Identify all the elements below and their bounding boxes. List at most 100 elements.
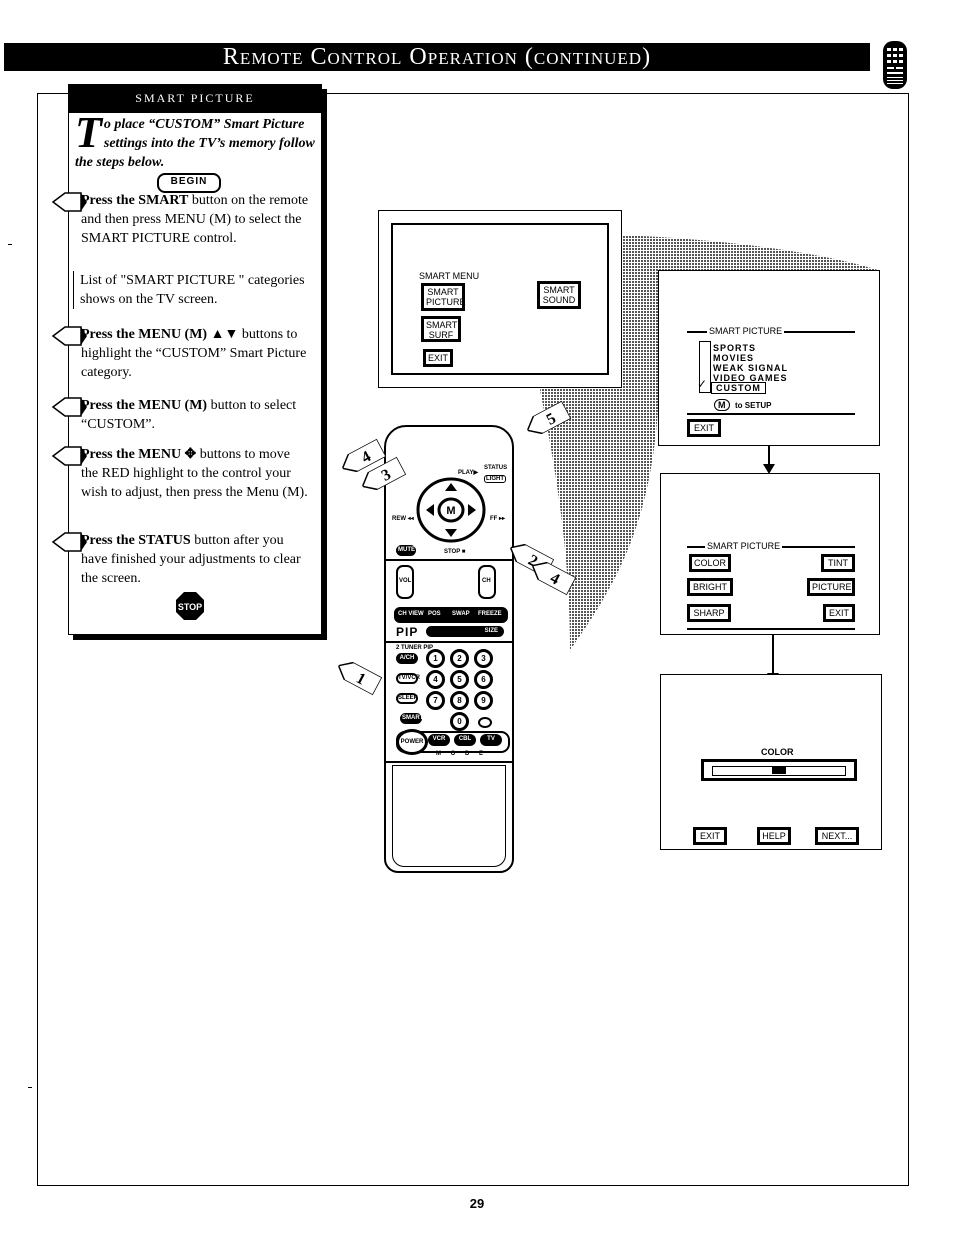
remote-vol-rocker[interactable]: VOL xyxy=(396,565,414,599)
remote-mute-key[interactable]: MUTE xyxy=(396,545,416,556)
remote-key-9[interactable]: 9 xyxy=(474,691,493,710)
remote-status-key[interactable]: STATUS xyxy=(484,465,507,471)
osd-smart-picture-button[interactable]: SMART PICTURE xyxy=(421,283,466,311)
remote-ach-key[interactable]: A/CH xyxy=(396,653,418,664)
step-number-diamond-icon xyxy=(51,446,87,466)
intro-text: o place “CUSTOM” Smart Picture settings … xyxy=(75,117,315,170)
osd-picture-button[interactable]: PICTURE xyxy=(807,578,855,596)
osd-title: SMART PICTURE xyxy=(705,541,783,551)
osd-tint-button[interactable]: TINT xyxy=(821,554,855,572)
step-1-note: List of "SMART PICTURE " categories show… xyxy=(73,271,320,309)
step-1: Press the SMART button on the remote and… xyxy=(51,191,309,248)
adjust-label: COLOR xyxy=(761,747,794,757)
color-level-slider[interactable] xyxy=(701,759,857,781)
list-item[interactable]: MOVIES xyxy=(713,353,754,363)
intro-paragraph: T o place “CUSTOM” Smart Picture setting… xyxy=(75,108,315,172)
remote-play-key[interactable]: PLAY▶ xyxy=(458,469,478,476)
remote-key-7[interactable]: 7 xyxy=(426,691,445,710)
remote-size-key[interactable]: SIZE xyxy=(485,628,498,635)
margin-mark xyxy=(8,244,12,245)
remote-vcr-mode-key[interactable]: VCR xyxy=(428,734,450,746)
flow-arrow-icon xyxy=(763,446,775,474)
remote-key-6[interactable]: 6 xyxy=(474,670,493,689)
step-number-diamond-icon xyxy=(51,532,87,552)
step-number-diamond-icon xyxy=(51,192,87,212)
step-number-diamond-icon xyxy=(51,397,87,417)
osd-bright-button[interactable]: BRIGHT xyxy=(687,578,733,596)
osd-exit-button[interactable]: EXIT xyxy=(693,827,727,845)
remote-rew-key[interactable]: REW ◂◂ xyxy=(392,515,414,522)
remote-key-8[interactable]: 8 xyxy=(450,691,469,710)
remote-cbl-mode-key[interactable]: CBL xyxy=(454,734,476,746)
step-3-bold: Press the MENU (M) xyxy=(81,398,208,413)
remote-sleep-key[interactable]: SLEEP xyxy=(396,693,418,704)
slider-track xyxy=(712,766,846,776)
osd-exit-button[interactable]: EXIT xyxy=(823,604,855,622)
list-item[interactable]: SPORTS xyxy=(713,343,756,353)
remote-menu-dpad[interactable]: M xyxy=(416,477,486,543)
remote-tv-mode-key[interactable]: TV xyxy=(480,734,502,746)
remote-smart-key[interactable]: SMART xyxy=(400,713,423,724)
tv-screen-smart-picture-list: SMART PICTURE ✓ SPORTS MOVIES WEAK SIGNA… xyxy=(658,270,880,446)
step-2-bold: Press the MENU (M) ▲▼ xyxy=(81,327,239,342)
osd-smart-sound-button[interactable]: SMART SOUND xyxy=(537,281,581,309)
remote-ch-rocker[interactable]: CH xyxy=(478,565,496,599)
page-title: Remote Control Operation (continued) xyxy=(222,44,652,70)
remote-key-1[interactable]: 1 xyxy=(426,649,445,668)
intro-dropcap: T xyxy=(75,108,102,157)
remote-swap-key[interactable]: SWAP xyxy=(452,611,470,617)
step-4-bold: Press the MENU ✥ xyxy=(81,447,197,462)
remote-key-0[interactable]: 0 xyxy=(450,712,469,731)
step-5: Press the STATUS button after you have f… xyxy=(51,531,309,588)
margin-mark xyxy=(28,1087,32,1088)
tv-screen-smart-menu: SMART MENU SMART PICTURE SMART SURF EXIT… xyxy=(378,210,622,388)
section-title: SMART PICTURE xyxy=(69,85,321,113)
osd-title: SMART MENU xyxy=(419,271,480,281)
osd-help-button[interactable]: HELP xyxy=(757,827,791,845)
remote-control-icon xyxy=(883,41,907,89)
remote-key-5[interactable]: 5 xyxy=(450,670,469,689)
begin-badge: BEGIN xyxy=(157,173,221,193)
osd-sharp-button[interactable]: SHARP xyxy=(687,604,731,622)
instructions-panel: SMART PICTURE T o place “CUSTOM” Smart P… xyxy=(51,84,322,635)
remote-light-key[interactable]: LIGHT xyxy=(484,475,506,483)
stop-label: STOP xyxy=(178,602,202,612)
slider-thumb[interactable] xyxy=(772,766,786,774)
remote-key-2[interactable]: 2 xyxy=(450,649,469,668)
osd-next-button[interactable]: NEXT... xyxy=(815,827,859,845)
list-item-selected[interactable]: CUSTOM xyxy=(711,382,766,394)
osd-smart-surf-button[interactable]: SMART SURF xyxy=(421,316,461,342)
remote-freeze-key[interactable]: FREEZE xyxy=(478,611,502,617)
remote-ch-view-key[interactable]: CH VIEW xyxy=(398,611,424,617)
remote-tuner-pip-label: 2 TUNER PIP xyxy=(396,645,434,651)
osd-exit-button[interactable]: EXIT xyxy=(423,349,453,367)
remote-pos-key[interactable]: POS xyxy=(428,611,441,617)
osd-exit-button[interactable]: EXIT xyxy=(687,419,721,437)
remote-key-4[interactable]: 4 xyxy=(426,670,445,689)
page-header-bar: Remote Control Operation (continued) xyxy=(4,43,870,71)
remote-control-illustration: PLAY▶ STATUS LIGHT M REW ◂◂ FF ▸▸ MUTE S… xyxy=(384,425,514,873)
stop-sign-icon: STOP xyxy=(176,592,204,620)
remote-tvvcr-key[interactable]: TV/VCR xyxy=(396,673,420,684)
remote-power-key[interactable]: POWER xyxy=(396,729,428,755)
remote-stop-key[interactable]: STOP ■ xyxy=(444,549,465,555)
step-3: Press the MENU (M) button to select “CUS… xyxy=(51,396,309,434)
osd-color-button[interactable]: COLOR xyxy=(689,554,731,572)
step-number-diamond-icon xyxy=(51,326,87,346)
step-2: Press the MENU (M) ▲▼ buttons to highlig… xyxy=(51,325,309,382)
remote-key-3[interactable]: 3 xyxy=(474,649,493,668)
hint-text: to SETUP xyxy=(735,401,772,410)
tv-screen-color-adjust: COLOR EXIT HELP NEXT... xyxy=(660,674,882,850)
remote-enter-key[interactable] xyxy=(478,717,492,728)
remote-pip-bar[interactable]: SIZE xyxy=(426,626,504,637)
checkmark-icon: ✓ xyxy=(697,377,708,391)
menu-key-icon: M xyxy=(714,399,730,411)
flow-arrow-icon xyxy=(767,635,779,683)
remote-menu-key-label: M xyxy=(446,505,455,517)
step-1-bold: Press the SMART xyxy=(81,193,189,208)
remote-pip-label: PIP xyxy=(396,625,419,639)
remote-ff-key[interactable]: FF ▸▸ xyxy=(490,515,505,522)
remote-pip-row: CH VIEW POS SWAP FREEZE xyxy=(394,607,508,623)
step-5-bold: Press the STATUS xyxy=(81,533,191,548)
list-item[interactable]: WEAK SIGNAL xyxy=(713,363,788,373)
